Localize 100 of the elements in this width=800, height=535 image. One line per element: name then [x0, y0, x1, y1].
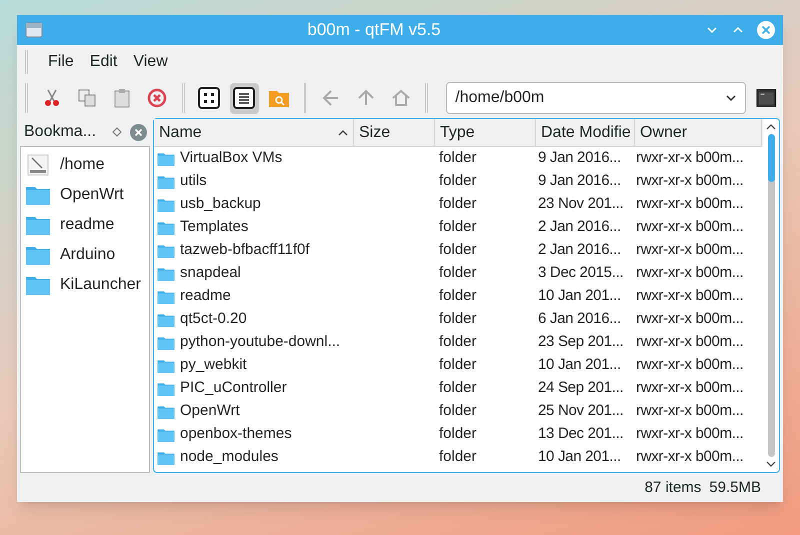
back-icon [320, 88, 341, 108]
menu-item[interactable]: Edit [82, 50, 126, 74]
column-header[interactable]: Name [154, 119, 354, 147]
file-type: folder [438, 355, 478, 376]
folder-icon [157, 404, 175, 418]
file-row[interactable]: snapdeal folder 3 Dec 2015... rwxr-xr-x b00m... [154, 262, 763, 285]
copy-icon [77, 88, 98, 108]
bookmark-item[interactable]: /home [21, 150, 149, 180]
file-row[interactable]: OpenWrt folder 25 Nov 201... rwxr-xr-x b00m... [154, 400, 763, 423]
file-name: OpenWrt [180, 401, 240, 422]
sort-ascending-icon [338, 128, 348, 136]
file-name: tazweb-bfbacff11f0f [180, 240, 310, 260]
home-icon [390, 88, 411, 108]
file-row[interactable]: PIC_uController folder 24 Sep 201... rwxr-xr-x b00m... [154, 377, 763, 400]
folder-icon [157, 152, 175, 166]
file-row[interactable]: VirtualBox VMs folder 9 Jan 2016... rwxr-xr-x b00m... [154, 147, 763, 170]
bookmark-item[interactable]: KiLauncher [21, 270, 149, 300]
file-name: node_modules [180, 447, 278, 468]
folder-icon [26, 185, 50, 205]
file-date: 10 Jan 201... [537, 447, 622, 468]
folder-search-icon [268, 88, 290, 108]
close-icon[interactable] [757, 21, 775, 39]
file-date: 9 Jan 2016... [537, 171, 622, 192]
file-date: 2 Jan 2016... [537, 240, 622, 260]
file-type: folder [438, 286, 478, 306]
column-header[interactable]: Date Modifie [536, 119, 635, 147]
column-header[interactable]: Owner [635, 119, 762, 147]
file-date: 9 Jan 2016... [537, 148, 622, 168]
terminal-icon[interactable] [756, 88, 777, 108]
file-row[interactable]: py_webkit folder 10 Jan 201... rwxr-xr-x b00m... [154, 354, 763, 377]
file-row[interactable]: usb_backup folder 23 Nov 201... rwxr-xr-x b00m... [154, 193, 763, 216]
file-name: py_webkit [180, 355, 247, 376]
float-icon[interactable] [112, 127, 122, 137]
file-row[interactable]: tazweb-bfbacff11f0f folder 2 Jan 2016... rwxr-xr-x b00m... [154, 239, 763, 262]
file-type: folder [438, 332, 478, 352]
file-row[interactable]: node_modules folder 10 Jan 201... rwxr-xr-x b00m... [154, 446, 763, 469]
file-type: folder [438, 217, 478, 238]
file-name: PIC_uController [180, 378, 287, 398]
menu-item[interactable]: File [40, 50, 82, 74]
folder-icon [26, 275, 50, 295]
toolbar-button[interactable] [230, 82, 259, 114]
bookmark-item[interactable]: OpenWrt [21, 180, 149, 210]
file-owner: rwxr-xr-x b00m... [635, 217, 744, 238]
close-icon[interactable] [130, 124, 147, 140]
file-owner: rwxr-xr-x b00m... [635, 194, 744, 214]
file-date: 3 Dec 2015... [537, 263, 624, 284]
file-row[interactable]: openbox-themes folder 13 Dec 201... rwxr-xr-x b00m... [154, 423, 763, 446]
menu-item[interactable]: View [125, 50, 176, 74]
file-name: usb_backup [180, 194, 261, 214]
file-date: 24 Sep 201... [537, 378, 624, 398]
file-date: 2 Jan 2016... [537, 217, 622, 238]
file-row[interactable]: readme folder 10 Jan 201... rwxr-xr-x b00m... [154, 285, 763, 308]
file-owner: rwxr-xr-x b00m... [635, 148, 744, 168]
file-owner: rwxr-xr-x b00m... [635, 424, 744, 444]
scroll-up-icon[interactable] [766, 123, 776, 131]
file-date: 23 Nov 201... [537, 194, 624, 214]
app-icon [25, 21, 43, 39]
file-date: 6 Jan 2016... [537, 309, 622, 330]
path-combobox[interactable]: /home/b00m [446, 82, 746, 114]
bookmark-item[interactable]: Arduino [21, 240, 149, 270]
column-header[interactable]: Type [435, 119, 536, 147]
folder-icon [157, 358, 175, 372]
bookmark-item[interactable]: readme [21, 210, 149, 240]
file-row[interactable]: Templates folder 2 Jan 2016... rwxr-xr-x b00m... [154, 216, 763, 239]
column-header[interactable]: Size [354, 119, 435, 147]
file-row[interactable]: qt5ct-0.20 folder 6 Jan 2016... rwxr-xr-x b00m... [154, 308, 763, 331]
file-row[interactable]: utils folder 9 Jan 2016... rwxr-xr-x b00m... [154, 170, 763, 193]
folder-icon [26, 215, 50, 235]
file-type: folder [438, 171, 478, 192]
window-title: b00m - qtFM v5.5 [306, 19, 442, 42]
file-type: folder [438, 378, 478, 398]
file-row[interactable]: python-youtube-downl... folder 23 Sep 201... rwxr-xr-x b00m... [154, 331, 763, 354]
folder-icon [157, 174, 175, 188]
folder-icon [157, 244, 175, 258]
file-owner: rwxr-xr-x b00m... [635, 447, 744, 468]
file-type: folder [438, 401, 478, 422]
file-type: folder [438, 309, 478, 330]
folder-icon [157, 382, 175, 396]
list-view-icon [233, 87, 256, 109]
file-type: folder [438, 263, 478, 284]
up-icon [356, 88, 376, 108]
file-name: readme [180, 286, 231, 306]
file-owner: rwxr-xr-x b00m... [635, 378, 744, 398]
drive-icon [26, 154, 50, 176]
file-name: python-youtube-downl... [180, 332, 340, 352]
file-type: folder [438, 148, 478, 168]
file-owner: rwxr-xr-x b00m... [635, 286, 744, 306]
folder-icon [157, 450, 175, 464]
file-owner: rwxr-xr-x b00m... [635, 355, 744, 376]
item-count: 87 items [644, 478, 702, 498]
file-date: 23 Sep 201... [537, 332, 624, 352]
file-name: openbox-themes [180, 424, 292, 444]
file-name: utils [180, 171, 207, 192]
file-owner: rwxr-xr-x b00m... [635, 263, 744, 284]
file-owner: rwxr-xr-x b00m... [635, 332, 744, 352]
file-type: folder [438, 447, 478, 468]
file-name: VirtualBox VMs [180, 148, 282, 168]
file-name: snapdeal [180, 263, 241, 284]
scroll-down-icon[interactable] [766, 460, 776, 468]
folder-icon [157, 198, 175, 212]
